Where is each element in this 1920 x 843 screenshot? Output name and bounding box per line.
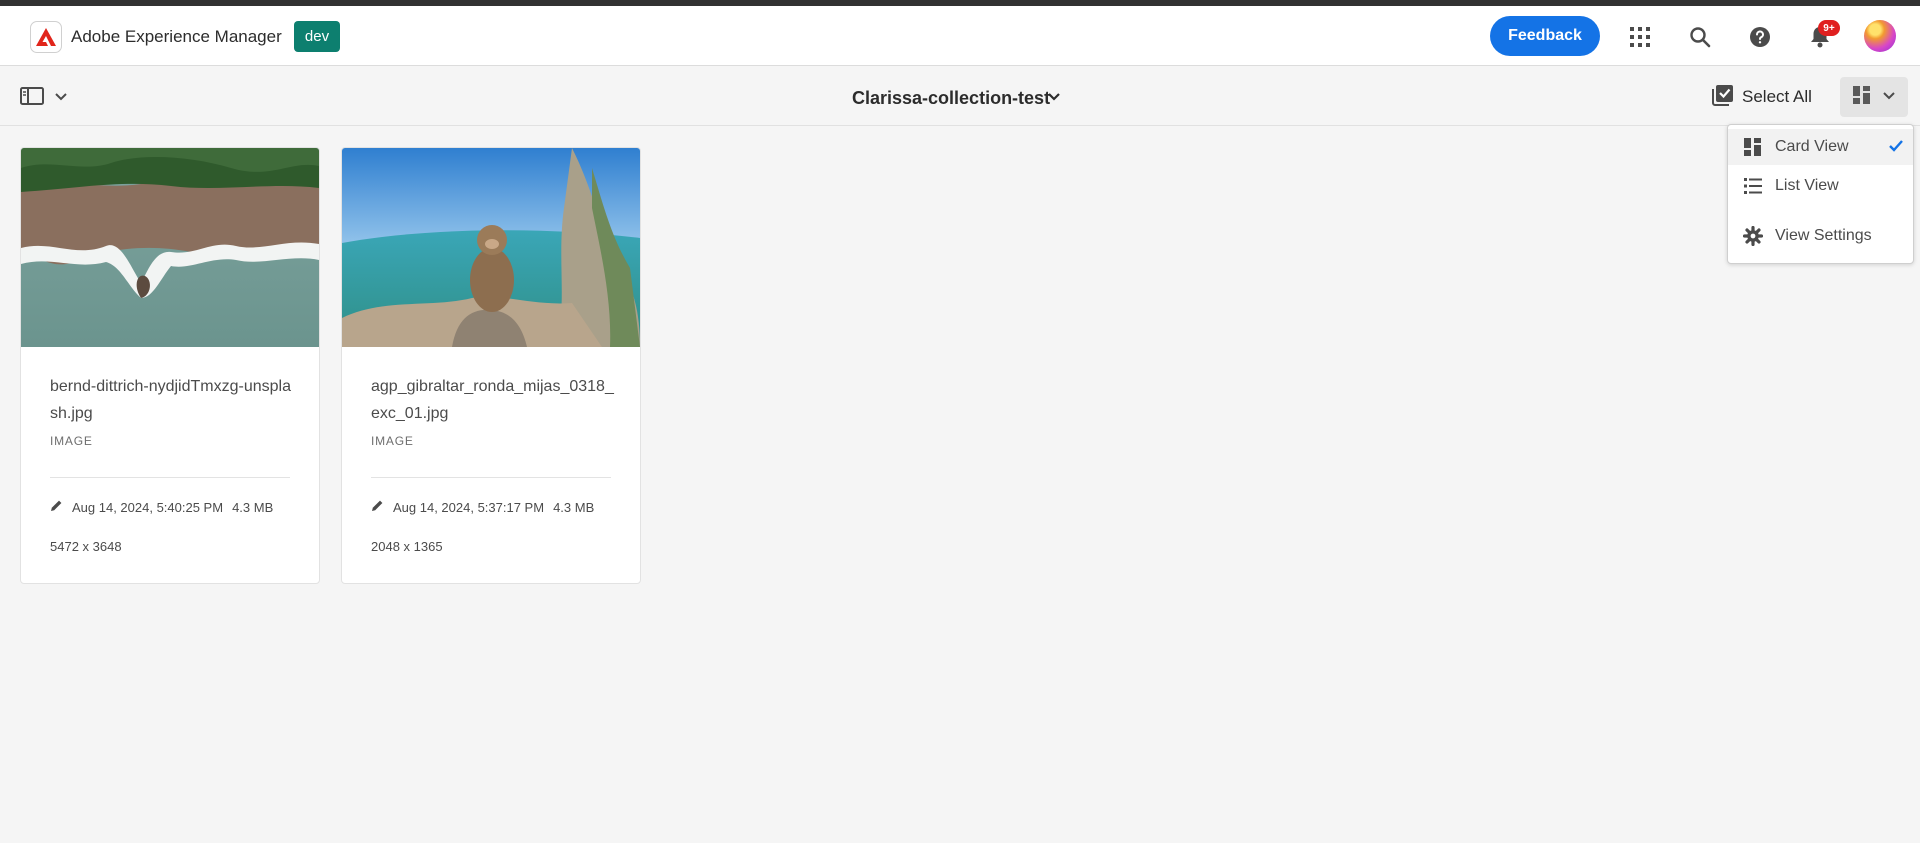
menu-item-label: List View	[1775, 177, 1839, 194]
asset-modified-date: Aug 14, 2024, 5:40:25 PM	[72, 499, 224, 515]
asset-card[interactable]: agp_gibraltar_ronda_mijas_0318_exc_01.jp…	[341, 147, 641, 584]
asset-meta: Aug 14, 2024, 5:37:17 PM 4.3 MB	[371, 499, 594, 515]
asset-name[interactable]: agp_gibraltar_ronda_mijas_0318_exc_01.jp…	[371, 373, 616, 427]
pencil-icon	[371, 499, 384, 515]
asset-meta: Aug 14, 2024, 5:40:25 PM 4.3 MB	[50, 499, 273, 515]
collection-title[interactable]: Clarissa-collection-test	[852, 87, 1050, 109]
pencil-icon	[50, 499, 63, 515]
user-avatar[interactable]	[1864, 20, 1896, 52]
asset-dimensions: 2048 x 1365	[371, 539, 443, 554]
app-header: Adobe Experience Manager dev Feedback 9+	[0, 6, 1920, 66]
app-switcher-icon[interactable]	[1628, 25, 1652, 49]
card-view-icon	[1852, 85, 1872, 110]
side-panel-icon	[20, 86, 44, 111]
asset-type: IMAGE	[50, 434, 93, 448]
menu-item-card-view[interactable]: Card View	[1728, 129, 1913, 165]
chevron-down-icon	[54, 89, 68, 107]
select-all-label: Select All	[1742, 87, 1812, 106]
asset-thumbnail[interactable]	[342, 148, 640, 347]
menu-item-label: Card View	[1775, 138, 1849, 155]
card-divider	[50, 477, 290, 478]
card-divider	[371, 477, 611, 478]
asset-modified-date: Aug 14, 2024, 5:37:17 PM	[393, 499, 545, 515]
chevron-down-icon	[1882, 88, 1896, 106]
action-toolbar: Clarissa-collection-test Select All	[0, 67, 1920, 126]
list-view-icon	[1743, 176, 1763, 196]
asset-dimensions: 5472 x 3648	[50, 539, 122, 554]
app-title[interactable]: Adobe Experience Manager	[71, 26, 282, 48]
rail-toggle-button[interactable]	[20, 86, 80, 110]
asset-name[interactable]: bernd-dittrich-nydjidTmxzg-unsplash.jpg	[50, 373, 295, 427]
asset-card[interactable]: bernd-dittrich-nydjidTmxzg-unsplash.jpg …	[20, 147, 320, 584]
gear-icon	[1743, 226, 1763, 246]
asset-file-size: 4.3 MB	[553, 499, 595, 515]
asset-type: IMAGE	[371, 434, 414, 448]
select-all-checkbox-icon	[1712, 84, 1734, 111]
menu-item-view-settings[interactable]: View Settings	[1728, 218, 1913, 254]
collection-chevron-down-icon[interactable]	[1046, 89, 1064, 107]
adobe-logo-icon[interactable]	[30, 21, 62, 53]
search-icon[interactable]	[1688, 25, 1712, 49]
menu-item-list-view[interactable]: List View	[1728, 168, 1913, 204]
feedback-button[interactable]: Feedback	[1490, 16, 1600, 56]
notification-count-badge: 9+	[1818, 20, 1840, 36]
menu-item-label: View Settings	[1775, 227, 1872, 244]
view-menu: Card View List View View Settings	[1727, 124, 1914, 264]
view-switcher-button[interactable]	[1840, 77, 1908, 117]
asset-thumbnail[interactable]	[21, 148, 319, 347]
select-all-button[interactable]: Select All	[1712, 83, 1812, 111]
environment-badge: dev	[294, 21, 340, 52]
help-icon[interactable]	[1748, 25, 1772, 49]
checkmark-icon	[1888, 139, 1904, 158]
card-view-icon	[1743, 137, 1763, 157]
asset-file-size: 4.3 MB	[232, 499, 274, 515]
